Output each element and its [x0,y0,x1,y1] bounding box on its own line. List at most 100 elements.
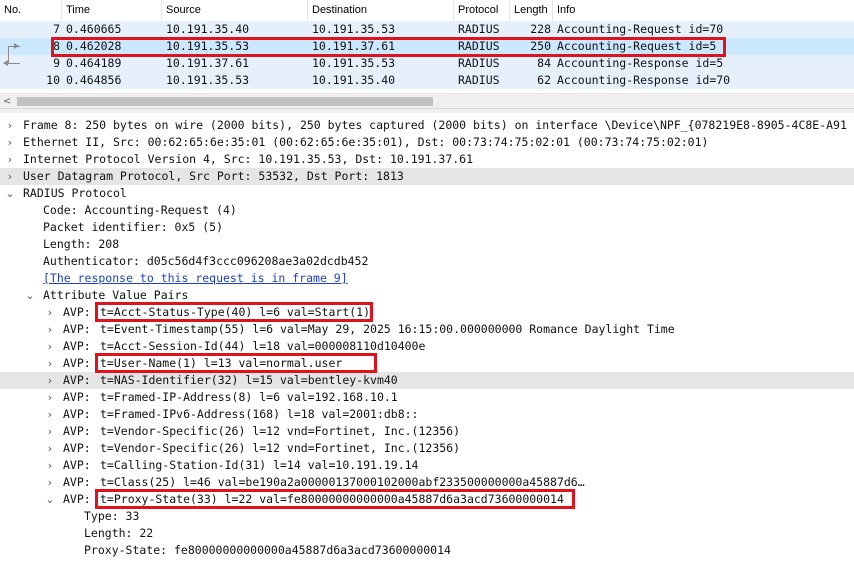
avp-row[interactable]: › AVP: t=Acct-Session-Id(44) l=18 val=0000… [0,338,854,355]
avp-value: t=Framed-IP-Address(8) l=6 val=192.168.1… [100,390,398,404]
field-label: Proxy-State: fe80000000000000a45887d6a3a… [84,543,451,557]
packet-row[interactable]: 10 0.464856 10.191.35.53 10.191.35.40 RA… [0,72,854,89]
avp-value: t=NAS-Identifier(32) l=15 val=bentley-kv… [100,373,398,387]
column-header-info[interactable]: Info [553,0,854,21]
tree-item-udp[interactable]: › User Datagram Protocol, Src Port: 5353… [0,168,854,185]
expand-icon[interactable]: › [4,168,16,185]
field-proxy-type[interactable]: Type: 33 [0,508,854,525]
packet-row[interactable]: 9 0.464189 10.191.37.61 10.191.35.53 RAD… [0,55,854,72]
avp-value: t=Calling-Station-Id(31) l=14 val=10.191… [100,458,419,472]
field-proxy-length[interactable]: Length: 22 [0,525,854,542]
tree-item-label: User Datagram Protocol, Src Port: 53532,… [23,169,404,183]
packet-details[interactable]: › Frame 8: 250 bytes on wire (2000 bits)… [0,113,854,565]
field-length[interactable]: Length: 208 [0,236,854,253]
avp-row[interactable]: › AVP: t=Vendor-Specific(26) l=12 vnd=Fort… [0,423,854,440]
column-header-no[interactable]: No. [0,0,62,21]
expand-icon[interactable]: › [44,372,56,389]
field-proxy-state[interactable]: Proxy-State: fe80000000000000a45887d6a3a… [0,542,854,559]
expand-icon[interactable]: › [4,134,16,151]
packet-destination: 10.191.35.40 [312,73,396,87]
avp-row[interactable]: › AVP: t=Acct-Status-Type(40) l=6 val=Star… [0,304,854,321]
collapse-icon[interactable]: ⌄ [4,185,16,202]
column-header-time[interactable]: Time [62,0,162,21]
response-frame-link[interactable]: [The response to this request is in fram… [0,270,854,287]
avp-value: t=Acct-Session-Id(44) l=18 val=000008110… [100,339,426,353]
packet-row-selected[interactable]: 8 0.462028 10.191.35.53 10.191.37.61 RAD… [0,38,854,55]
expand-icon[interactable]: › [44,440,56,457]
tree-item-label: Frame 8: 250 bytes on wire (2000 bits), … [23,118,847,132]
avp-row[interactable]: › AVP: t=Class(25) l=46 val=be190a2a000001… [0,474,854,491]
packet-no: 10 [46,73,60,87]
expand-icon[interactable]: › [44,321,56,338]
field-label: Type: 33 [84,509,140,523]
scrollbar-thumb[interactable] [17,97,433,106]
expand-icon[interactable]: › [44,457,56,474]
avp-label: AVP: [63,305,91,319]
packet-no: 8 [53,39,60,53]
expand-icon[interactable]: › [44,406,56,423]
tree-item-ethernet[interactable]: › Ethernet II, Src: 00:62:65:6e:35:01 (0… [0,134,854,151]
avp-row[interactable]: › AVP: t=Framed-IPv6-Address(168) l=18 val… [0,406,854,423]
field-label: Length: 208 [43,237,120,251]
expand-icon[interactable]: › [44,389,56,406]
avp-row[interactable]: › AVP: t=Event-Timestamp(55) l=6 val=May 2… [0,321,854,338]
avp-row[interactable]: › AVP: t=User-Name(1) l=13 val=normal.user [0,355,854,372]
packet-length: 250 [530,39,551,53]
avp-row[interactable]: › AVP: t=Calling-Station-Id(31) l=14 val=1… [0,457,854,474]
avp-label: AVP: [63,339,91,353]
packet-time: 0.462028 [66,39,122,53]
tree-item-frame[interactable]: › Frame 8: 250 bytes on wire (2000 bits)… [0,117,854,134]
avp-label: AVP: [63,458,91,472]
packet-protocol: RADIUS [458,22,500,36]
packet-info: Accounting-Request id=5 [557,39,717,53]
expand-icon[interactable]: › [44,355,56,372]
packet-length: 62 [537,73,551,87]
link-label[interactable]: [The response to this request is in fram… [43,270,348,287]
avp-row[interactable]: ⌄ AVP: t=Proxy-State(33) l=22 val=fe800000… [0,491,854,508]
avp-value: t=Proxy-State(33) l=22 val=fe80000000000… [100,492,564,506]
field-packet-identifier[interactable]: Packet identifier: 0x5 (5) [0,219,854,236]
packet-protocol: RADIUS [458,56,500,70]
expand-icon[interactable]: › [44,304,56,321]
avp-label: AVP: [63,492,91,506]
expand-icon[interactable]: › [44,474,56,491]
avp-value: t=User-Name(1) l=13 val=normal.user [100,356,343,370]
field-label: Code: Accounting-Request (4) [43,203,237,217]
column-header-length[interactable]: Length [510,0,553,21]
packet-info: Accounting-Response id=5 [557,56,724,70]
packet-protocol: RADIUS [458,73,500,87]
packet-destination: 10.191.37.61 [312,39,396,53]
tree-item-label: Internet Protocol Version 4, Src: 10.191… [23,152,474,166]
expand-icon[interactable]: › [44,423,56,440]
expand-icon[interactable]: › [4,151,16,168]
tree-item-radius[interactable]: ⌄ RADIUS Protocol [0,185,854,202]
avp-label: AVP: [63,475,91,489]
tree-item-avp-list[interactable]: ⌄ Attribute Value Pairs [0,287,854,304]
avp-value: t=Vendor-Specific(26) l=12 vnd=Fortinet,… [100,441,461,455]
collapse-icon[interactable]: ⌄ [44,491,56,508]
packet-time: 0.464189 [66,56,122,70]
collapse-icon[interactable]: ⌄ [24,287,36,304]
packet-row[interactable]: 7 0.460665 10.191.35.40 10.191.35.53 RAD… [0,21,854,38]
tree-item-label: Attribute Value Pairs [43,288,189,302]
avp-row[interactable]: › AVP: t=Vendor-Specific(26) l=12 vnd=Fort… [0,440,854,457]
packet-destination: 10.191.35.53 [312,56,396,70]
column-header-protocol[interactable]: Protocol [454,0,510,21]
packet-list[interactable]: No. Time Source Destination Protocol Len… [0,0,854,109]
horizontal-scrollbar[interactable]: < [0,93,854,109]
column-header-destination[interactable]: Destination [308,0,454,21]
packet-info: Accounting-Response id=70 [557,73,731,87]
avp-label: AVP: [63,407,91,421]
avp-label: AVP: [63,441,91,455]
packet-no: 9 [53,56,60,70]
packet-source: 10.191.35.53 [166,39,250,53]
scroll-left-icon[interactable]: < [3,94,11,109]
expand-icon[interactable]: › [4,117,16,134]
expand-icon[interactable]: › [44,338,56,355]
column-header-source[interactable]: Source [162,0,308,21]
avp-row[interactable]: › AVP: t=Framed-IP-Address(8) l=6 val=192.… [0,389,854,406]
avp-row[interactable]: › AVP: t=NAS-Identifier(32) l=15 val=bentl… [0,372,854,389]
tree-item-ip[interactable]: › Internet Protocol Version 4, Src: 10.1… [0,151,854,168]
field-code[interactable]: Code: Accounting-Request (4) [0,202,854,219]
field-authenticator[interactable]: Authenticator: d05c56d4f3ccc096208ae3a02… [0,253,854,270]
